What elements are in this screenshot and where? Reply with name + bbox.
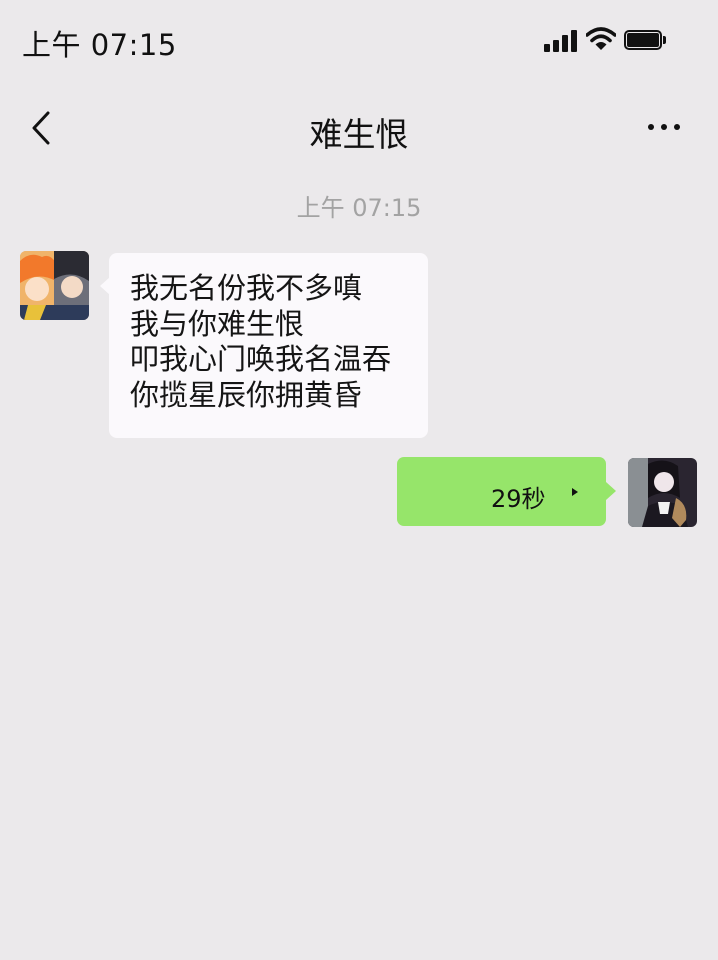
signal-icon xyxy=(544,30,578,52)
status-bar: 上午 07:15 xyxy=(0,0,718,84)
more-horizontal-icon[interactable] xyxy=(640,110,688,142)
status-time: 上午 07:15 xyxy=(22,28,177,62)
message-line: 叩我心门唤我名温吞 xyxy=(130,342,392,376)
message-line: 我与你难生恨 xyxy=(130,306,305,341)
chat-title: 难生恨 xyxy=(309,115,409,154)
wifi-icon xyxy=(586,27,616,50)
voice-message-bubble[interactable]: 29秒 xyxy=(397,457,616,526)
voice-duration: 29秒 xyxy=(491,485,546,513)
voice-play-icon xyxy=(572,488,578,496)
battery-icon xyxy=(624,30,666,52)
message-line: 我无名份我不多嗔 xyxy=(130,271,363,305)
message-timestamp: 上午 07:15 xyxy=(296,194,422,222)
message-line: 你揽星辰你拥黄昏 xyxy=(130,377,363,412)
incoming-message-bubble[interactable]: 我无名份我不多嗔 我与你难生恨 叩我心门唤我名温吞 你揽星辰你拥黄昏 xyxy=(100,253,428,438)
contact-avatar[interactable] xyxy=(20,251,89,320)
user-avatar[interactable] xyxy=(628,458,697,527)
nav-bar: 难生恨 xyxy=(0,90,718,170)
